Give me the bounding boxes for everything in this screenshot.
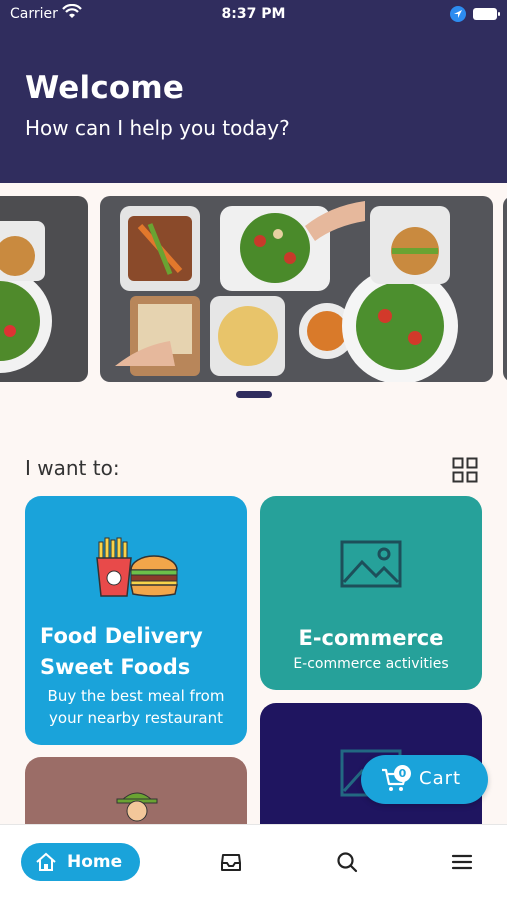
grid-view-icon[interactable]	[452, 457, 478, 483]
search-icon[interactable]	[336, 851, 358, 873]
page-title: Welcome	[25, 70, 185, 106]
location-icon	[450, 6, 466, 22]
banner-carousel[interactable]	[0, 196, 507, 382]
page-subtitle: How can I help you today?	[25, 116, 290, 140]
header: Carrier 8:37 PM Welcome How can I help y…	[0, 0, 507, 183]
menu-icon[interactable]	[451, 851, 473, 873]
nav-home-label: Home	[67, 852, 123, 872]
carousel-indicator	[236, 391, 272, 398]
battery-icon	[473, 8, 500, 20]
food-card-subtitle: Sweet Foods	[40, 655, 191, 679]
food-card-description: Buy the best meal from your nearby resta…	[47, 687, 225, 727]
cart-count-badge: 0	[394, 765, 411, 782]
nav-home-button[interactable]: Home	[21, 843, 140, 881]
carousel-slide-food[interactable]	[100, 196, 493, 382]
cart-label: Cart	[419, 768, 462, 789]
carousel-slide-next[interactable]	[503, 196, 507, 382]
status-time: 8:37 PM	[221, 6, 286, 22]
inbox-icon[interactable]	[220, 851, 242, 873]
carousel-slide-previous[interactable]	[0, 196, 88, 382]
ecommerce-card-title: E-commerce	[298, 626, 444, 650]
home-icon	[36, 852, 56, 871]
fries-burger-icon	[96, 537, 178, 597]
food-delivery-card[interactable]: Food Delivery Sweet Foods Buy the best m…	[25, 496, 247, 745]
ecommerce-card[interactable]: E-commerce E-commerce activities	[260, 496, 482, 690]
status-bar: Carrier 8:37 PM	[0, 0, 507, 28]
ecommerce-card-description: E-commerce activities	[293, 656, 449, 672]
bottom-navigation: Home	[0, 824, 507, 900]
cart-button[interactable]: 0 Cart	[361, 755, 488, 804]
image-placeholder-icon	[340, 540, 402, 588]
section-title: I want to:	[25, 456, 120, 480]
food-card-title: Food Delivery	[40, 624, 203, 648]
